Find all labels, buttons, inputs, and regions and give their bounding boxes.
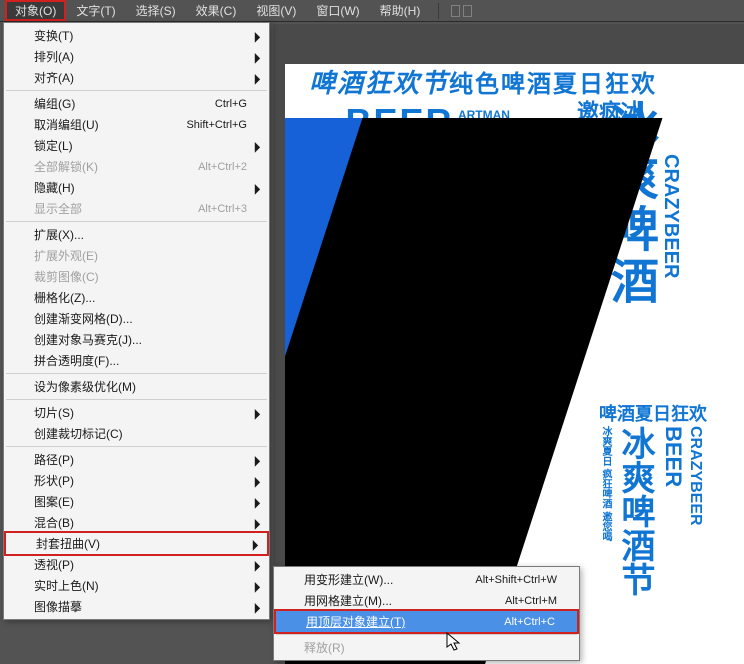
chevron-right-icon: ▶ xyxy=(255,516,260,530)
menu-separator xyxy=(6,399,267,400)
menuitem-arrange[interactable]: 排列(A)▶ xyxy=(4,46,269,67)
menuitem-group[interactable]: 编组(G)Ctrl+G xyxy=(4,93,269,114)
menuitem-pattern[interactable]: 图案(E)▶ xyxy=(4,491,269,512)
menuitem-ungroup[interactable]: 取消编组(U)Shift+Ctrl+G xyxy=(4,114,269,135)
menubar: 对象(O) 文字(T) 选择(S) 效果(C) 视图(V) 窗口(W) 帮助(H… xyxy=(0,0,744,22)
menuitem-crop-image: 裁剪图像(C) xyxy=(4,266,269,287)
menuitem-perspective[interactable]: 透视(P)▶ xyxy=(4,554,269,575)
menuitem-shape[interactable]: 形状(P)▶ xyxy=(4,470,269,491)
chevron-right-icon: ▶ xyxy=(253,537,258,551)
menuitem-show-all: 显示全部Alt+Ctrl+3 xyxy=(4,198,269,219)
chevron-right-icon: ▶ xyxy=(255,406,260,420)
menu-separator xyxy=(6,221,267,222)
menu-separator xyxy=(6,373,267,374)
menuitem-rasterize[interactable]: 栅格化(Z)... xyxy=(4,287,269,308)
chevron-right-icon: ▶ xyxy=(255,453,260,467)
chevron-right-icon: ▶ xyxy=(255,29,260,43)
artwork-block2: 啤酒夏日狂欢 冰爽夏日 疯狂啤酒 邀您喝 冰爽啤酒节 BEER CRAZYBEE… xyxy=(599,400,744,596)
artwork-vcrazy: CRAZYBEER xyxy=(661,154,681,278)
chevron-right-icon: ▶ xyxy=(255,139,260,153)
object-menu-dropdown: 变换(T)▶ 排列(A)▶ 对齐(A)▶ 编组(G)Ctrl+G 取消编组(U)… xyxy=(3,22,270,620)
artwork-title: 啤酒狂欢节纯色啤酒夏日狂欢 xyxy=(309,70,657,97)
layout-icons[interactable] xyxy=(451,5,472,17)
menuitem-hide[interactable]: 隐藏(H)▶ xyxy=(4,177,269,198)
menu-text[interactable]: 文字(T) xyxy=(66,0,125,21)
menuitem-pixel-perfect[interactable]: 设为像素级优化(M) xyxy=(4,376,269,397)
menuitem-object-mosaic[interactable]: 创建对象马赛克(J)... xyxy=(4,329,269,350)
envelope-distort-submenu: 用变形建立(W)...Alt+Shift+Ctrl+W 用网格建立(M)...A… xyxy=(273,566,580,661)
chevron-right-icon: ▶ xyxy=(255,50,260,64)
menubar-separator xyxy=(438,3,439,19)
chevron-right-icon: ▶ xyxy=(255,474,260,488)
menu-help[interactable]: 帮助(H) xyxy=(370,0,431,21)
chevron-right-icon: ▶ xyxy=(255,71,260,85)
menu-separator xyxy=(6,90,267,91)
menuitem-path[interactable]: 路径(P)▶ xyxy=(4,449,269,470)
menuitem-gradient-mesh[interactable]: 创建渐变网格(D)... xyxy=(4,308,269,329)
menu-effect[interactable]: 效果(C) xyxy=(186,0,247,21)
menuitem-transform[interactable]: 变换(T)▶ xyxy=(4,25,269,46)
menuitem-live-paint[interactable]: 实时上色(N)▶ xyxy=(4,575,269,596)
cursor-icon xyxy=(445,632,463,657)
menu-object[interactable]: 对象(O) xyxy=(5,0,66,21)
menuitem-align[interactable]: 对齐(A)▶ xyxy=(4,67,269,88)
menuitem-crop-marks[interactable]: 创建裁切标记(C) xyxy=(4,423,269,444)
menuitem-blend[interactable]: 混合(B)▶ xyxy=(4,512,269,533)
menu-window[interactable]: 窗口(W) xyxy=(306,0,369,21)
menuitem-flatten-transparency[interactable]: 拼合透明度(F)... xyxy=(4,350,269,371)
submenu-make-with-warp[interactable]: 用变形建立(W)...Alt+Shift+Ctrl+W xyxy=(274,569,579,590)
menuitem-slice[interactable]: 切片(S)▶ xyxy=(4,402,269,423)
chevron-right-icon: ▶ xyxy=(255,495,260,509)
menuitem-expand-appearance: 扩展外观(E) xyxy=(4,245,269,266)
chevron-right-icon: ▶ xyxy=(255,579,260,593)
menu-separator xyxy=(6,446,267,447)
submenu-release: 释放(R) xyxy=(274,637,579,658)
chevron-right-icon: ▶ xyxy=(255,181,260,195)
submenu-make-with-mesh[interactable]: 用网格建立(M)...Alt+Ctrl+M xyxy=(274,590,579,611)
menuitem-image-trace[interactable]: 图像描摹▶ xyxy=(4,596,269,617)
menu-separator xyxy=(276,634,577,635)
menuitem-envelope-distort[interactable]: 封套扭曲(V)▶ xyxy=(4,531,269,556)
menu-view[interactable]: 视图(V) xyxy=(246,0,306,21)
menu-select[interactable]: 选择(S) xyxy=(126,0,186,21)
menuitem-unlock-all: 全部解锁(K)Alt+Ctrl+2 xyxy=(4,156,269,177)
chevron-right-icon: ▶ xyxy=(255,558,260,572)
menuitem-lock[interactable]: 锁定(L)▶ xyxy=(4,135,269,156)
submenu-make-with-top-object[interactable]: 用顶层对象建立(T)Alt+Ctrl+C xyxy=(274,609,579,634)
chevron-right-icon: ▶ xyxy=(255,600,260,614)
menuitem-expand[interactable]: 扩展(X)... xyxy=(4,224,269,245)
